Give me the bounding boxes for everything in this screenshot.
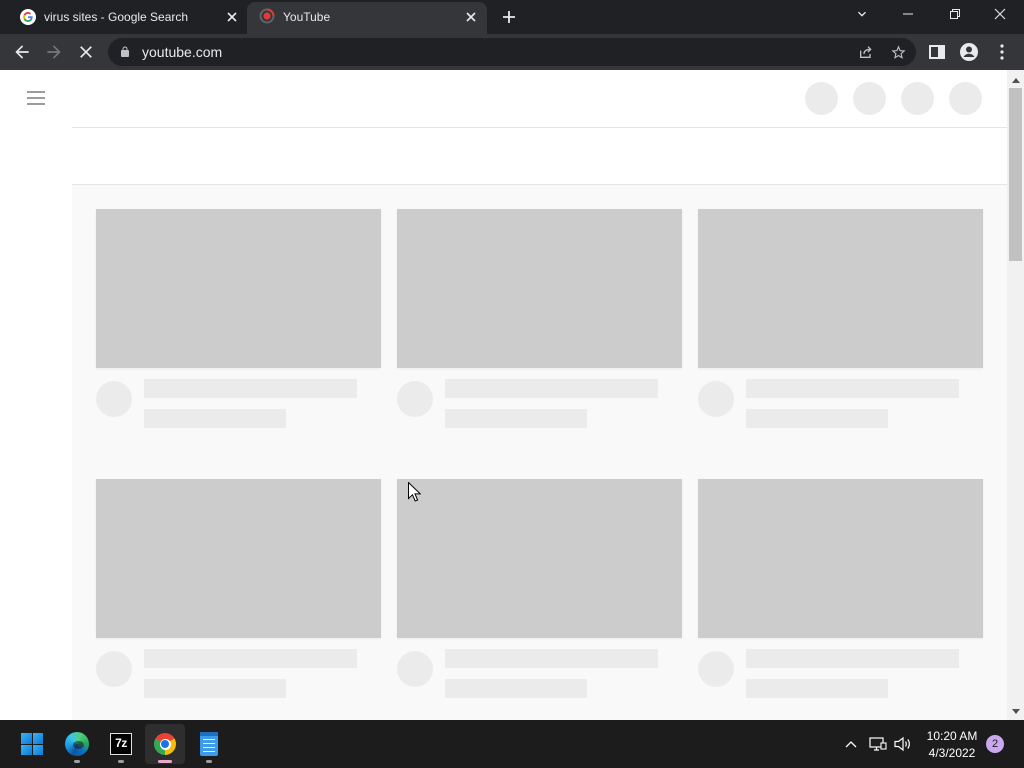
restore-icon[interactable]	[943, 4, 967, 24]
title-placeholder	[445, 379, 658, 398]
back-arrow-icon[interactable]	[11, 41, 33, 63]
app-running-indicator	[118, 760, 124, 763]
thumbnail-placeholder	[397, 479, 682, 638]
tab-title: virus sites - Google Search	[44, 10, 189, 24]
tab-youtube[interactable]: YouTube	[247, 2, 487, 34]
title-placeholder	[746, 379, 959, 398]
video-card-skeleton	[397, 479, 682, 699]
page-viewport	[0, 70, 1024, 720]
metadata-placeholder	[144, 679, 286, 698]
share-icon[interactable]	[856, 42, 876, 62]
scroll-up-arrow-icon[interactable]	[1007, 75, 1024, 85]
avatar-placeholder	[698, 381, 734, 417]
avatar-placeholder	[397, 381, 433, 417]
network-icon[interactable]	[868, 734, 888, 754]
header-button-placeholder	[853, 82, 886, 115]
scroll-down-arrow-icon[interactable]	[1007, 706, 1024, 716]
metadata-placeholder	[445, 679, 587, 698]
new-tab-plus-icon[interactable]	[499, 7, 519, 27]
avatar-placeholder	[96, 381, 132, 417]
clock-date[interactable]: 4/3/2022	[918, 746, 986, 760]
tab-strip: virus sites - Google Search YouTube	[0, 0, 1024, 34]
video-card-skeleton	[397, 209, 682, 429]
browser-toolbar: youtube.com	[0, 34, 1024, 70]
title-placeholder	[144, 379, 357, 398]
lock-icon[interactable]	[118, 45, 132, 59]
metadata-placeholder	[144, 409, 286, 428]
tab-close-icon[interactable]	[226, 11, 238, 23]
metadata-placeholder	[746, 409, 888, 428]
thumbnail-placeholder	[96, 479, 381, 638]
video-card-skeleton	[698, 479, 983, 699]
side-panel-icon[interactable]	[926, 41, 948, 63]
video-card-skeleton	[96, 209, 381, 429]
tab-title: YouTube	[283, 10, 331, 24]
metadata-placeholder	[445, 409, 587, 428]
mouse-cursor-icon	[408, 481, 422, 502]
app-running-indicator	[74, 760, 80, 763]
clock-time[interactable]: 10:20 AM	[918, 729, 986, 743]
app-active-indicator	[158, 760, 172, 763]
header-button-placeholder	[949, 82, 982, 115]
video-card-skeleton	[698, 209, 983, 429]
windows-taskbar: 7z 10:20 AM 4/3/2022 2	[0, 720, 1024, 768]
thumbnail-placeholder	[698, 479, 983, 638]
notification-badge[interactable]: 2	[986, 735, 1004, 753]
title-placeholder	[144, 649, 357, 668]
hamburger-icon[interactable]	[24, 86, 48, 110]
youtube-loading-icon	[259, 8, 275, 24]
metadata-placeholder	[746, 679, 888, 698]
avatar-placeholder	[96, 651, 132, 687]
google-chrome-icon[interactable]	[154, 733, 176, 755]
chip-bar-placeholder	[72, 128, 1007, 184]
star-icon[interactable]	[888, 42, 908, 62]
app-running-indicator	[206, 760, 212, 763]
thumbnail-placeholder	[96, 209, 381, 368]
avatar-placeholder	[698, 651, 734, 687]
thumbnail-placeholder	[397, 209, 682, 368]
close-icon[interactable]	[988, 4, 1012, 24]
minimize-icon[interactable]	[896, 4, 920, 24]
scrollbar-thumb[interactable]	[1009, 88, 1022, 261]
tab-google-search[interactable]: virus sites - Google Search	[8, 2, 248, 34]
avatar-placeholder	[397, 651, 433, 687]
title-placeholder	[746, 649, 959, 668]
url-text[interactable]: youtube.com	[142, 44, 222, 60]
header-button-placeholder	[901, 82, 934, 115]
seven-zip-icon[interactable]: 7z	[110, 733, 132, 755]
header-button-placeholder	[805, 82, 838, 115]
title-placeholder	[445, 649, 658, 668]
stop-loading-icon[interactable]	[75, 41, 97, 63]
google-g-icon	[20, 9, 36, 25]
volume-icon[interactable]	[893, 734, 913, 754]
video-card-skeleton	[96, 479, 381, 699]
profile-icon[interactable]	[958, 41, 980, 63]
vertical-scrollbar[interactable]	[1007, 70, 1024, 720]
chevron-up-icon[interactable]	[842, 735, 860, 753]
kebab-menu-icon[interactable]	[991, 41, 1013, 63]
tab-search-chevron-icon[interactable]	[852, 4, 872, 24]
address-bar[interactable]: youtube.com	[108, 38, 916, 66]
thumbnail-placeholder	[698, 209, 983, 368]
forward-arrow-icon[interactable]	[43, 41, 65, 63]
microsoft-edge-icon[interactable]	[65, 732, 89, 756]
tab-close-icon[interactable]	[465, 11, 477, 23]
notepad-icon[interactable]	[200, 732, 218, 756]
windows-start-icon[interactable]	[21, 733, 43, 755]
